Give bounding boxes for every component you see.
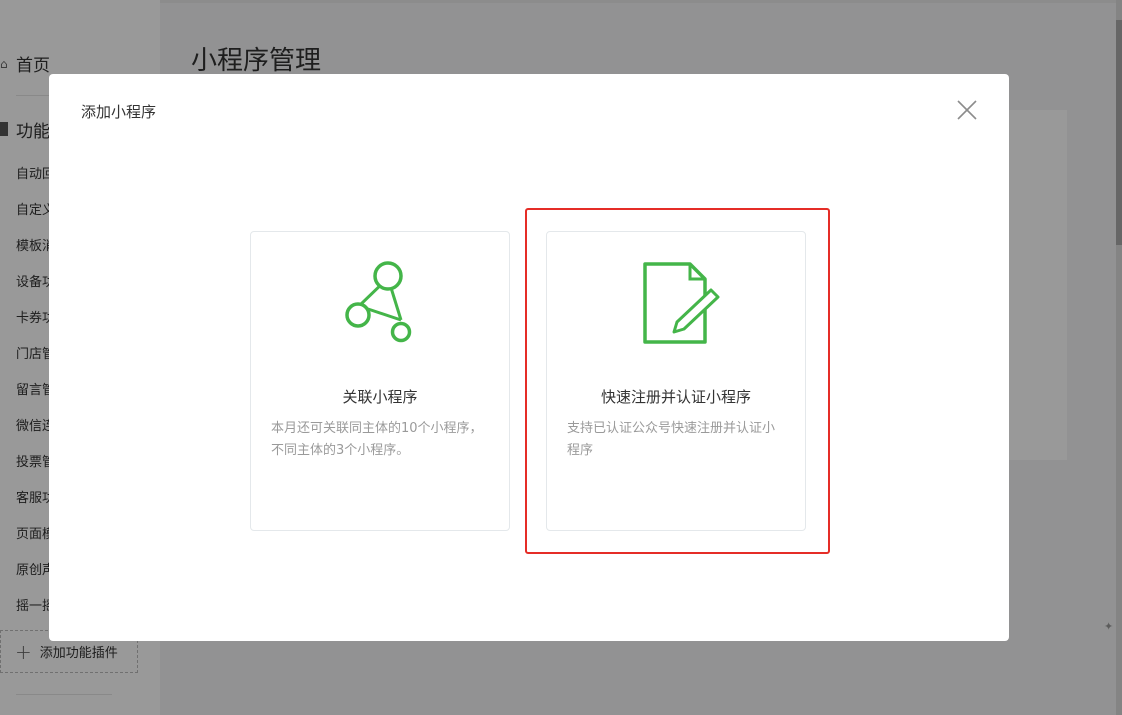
quick-register-card[interactable]: 快速注册并认证小程序 支持已认证公众号快速注册并认证小程序 [546,231,806,531]
add-miniprogram-dialog: 添加小程序 关联小程序 本月还可关联同主体的10个小程序，不同主体的3个小程序。… [49,74,1009,641]
card-title: 快速注册并认证小程序 [600,388,751,406]
card-title: 关联小程序 [342,388,418,406]
network-link-icon [335,260,425,354]
document-edit-icon [631,260,721,354]
card-description: 本月还可关联同主体的10个小程序，不同主体的3个小程序。 [271,421,483,458]
card-description: 支持已认证公众号快速注册并认证小程序 [567,421,776,458]
dialog-title: 添加小程序 [81,103,157,121]
close-icon [957,100,977,120]
link-miniprogram-card[interactable]: 关联小程序 本月还可关联同主体的10个小程序，不同主体的3个小程序。 [250,231,510,531]
close-button[interactable] [955,98,979,122]
page: ⌂ 首页 功能 自动回复 自定义菜单 模板消息 设备功能 卡券功能 门店管理 留… [0,0,1122,715]
